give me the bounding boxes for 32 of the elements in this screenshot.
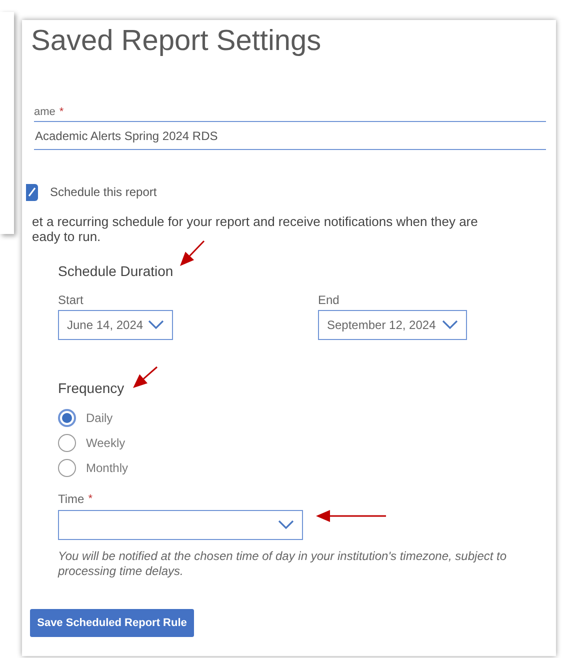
radio-button[interactable] (58, 409, 76, 427)
description-text: et a recurring schedule for your report and receive notifications when they are (32, 214, 478, 229)
section-heading: Frequency (58, 379, 124, 398)
field-label: Time (58, 491, 84, 508)
end-date-dropdown[interactable]: September 12, 2024 (318, 310, 467, 340)
schedule-checkbox[interactable] (26, 184, 38, 200)
radio-button[interactable] (58, 459, 76, 477)
field-label: ame (34, 105, 56, 120)
annotation-arrow (180, 240, 205, 266)
field-label: End (318, 292, 340, 309)
radio-label: Weekly (86, 435, 126, 452)
section-heading: Schedule Duration (58, 262, 174, 281)
start-date-dropdown[interactable]: June 14, 2024 (58, 310, 173, 340)
radio-label: Daily (86, 410, 113, 427)
time-dropdown[interactable] (58, 510, 303, 540)
chevron-down-icon (442, 320, 458, 330)
check-icon (28, 187, 36, 197)
field-label: Start (58, 292, 84, 309)
hint-text: You will be notified at the chosen time of day in your institution's timezone, subject to processing time delays. (58, 549, 508, 579)
annotation-arrow (316, 510, 386, 522)
page-title: Saved Report Settings (31, 24, 322, 58)
annotation-arrow (133, 366, 158, 388)
description-text: eady to run. (32, 229, 101, 244)
required-mark: * (88, 492, 93, 507)
radio-label: Monthly (86, 460, 128, 477)
chevron-down-icon (148, 320, 164, 330)
name-input[interactable]: Academic Alerts Spring 2024 RDS (34, 122, 546, 150)
chevron-down-icon (278, 520, 294, 530)
radio-button[interactable] (58, 434, 76, 452)
save-button[interactable]: Save Scheduled Report Rule (30, 609, 194, 637)
required-mark: * (59, 105, 64, 120)
checkbox-label: Schedule this report (50, 184, 157, 201)
